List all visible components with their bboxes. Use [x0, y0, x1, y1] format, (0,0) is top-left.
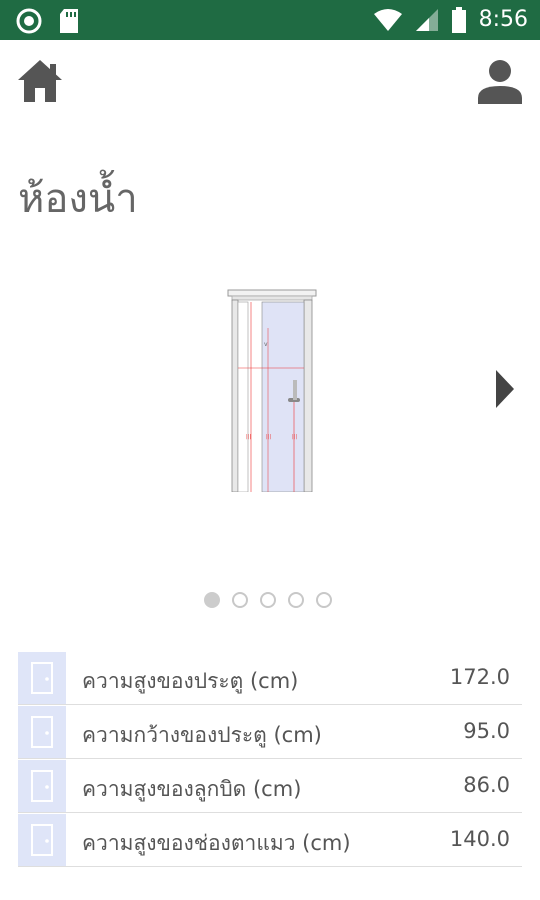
measurement-value: 172.0: [449, 665, 510, 689]
status-left-icons: [16, 8, 80, 34]
measurement-value: 95.0: [463, 719, 510, 743]
person-icon: [478, 60, 522, 104]
door-thumbnail: [18, 706, 66, 758]
page-title: ห้องน้ำ: [18, 175, 138, 222]
battery-icon: [451, 7, 466, 33]
measurement-value: 86.0: [463, 773, 510, 797]
pagination-dot-4[interactable]: [288, 592, 304, 608]
measurement-label: ความสูงของช่องตาแมว (cm): [82, 831, 351, 855]
cellular-signal-icon: [415, 9, 438, 31]
measurement-label: ความกว้างของประตู (cm): [82, 723, 322, 747]
svg-text:|||: |||: [246, 434, 251, 440]
app-bar: [0, 52, 540, 108]
next-image-button[interactable]: [488, 366, 520, 412]
carousel-pagination: [204, 592, 332, 608]
status-bar: 8:56: [0, 0, 540, 40]
home-icon: [18, 60, 62, 102]
measurement-row-peephole-height[interactable]: ความสูงของช่องตาแมว (cm) 140.0: [18, 814, 522, 867]
door-thumbnail: [18, 760, 66, 812]
pagination-dot-3[interactable]: [260, 592, 276, 608]
door-icon: [31, 770, 53, 802]
measurement-row-knob-height[interactable]: ความสูงของลูกบิด (cm) 86.0: [18, 760, 522, 813]
svg-text:v: v: [264, 341, 268, 348]
measurement-label: ความสูงของประตู (cm): [82, 669, 299, 693]
measurement-value: 140.0: [449, 827, 510, 851]
pagination-dot-5[interactable]: [316, 592, 332, 608]
wifi-icon: [373, 9, 402, 31]
sd-card-icon: [60, 9, 78, 33]
circle-notification-icon: [16, 8, 42, 34]
status-time: 8:56: [478, 7, 528, 32]
door-icon: [31, 824, 53, 856]
profile-button[interactable]: [474, 56, 526, 108]
door-drawing-image: v ||| ||| |||: [226, 288, 318, 492]
measurement-label: ความสูงของลูกบิด (cm): [82, 777, 302, 801]
chevron-right-icon: [496, 370, 514, 408]
door-thumbnail: [18, 652, 66, 704]
pagination-dot-1[interactable]: [204, 592, 220, 608]
svg-text:|||: |||: [292, 434, 297, 440]
home-button[interactable]: [14, 56, 66, 108]
measurement-list: ความสูงของประตู (cm) 172.0 ความกว้างของป…: [18, 652, 522, 868]
status-right-icons: 8:56: [373, 7, 528, 33]
pagination-dot-2[interactable]: [232, 592, 248, 608]
measurement-row-door-height[interactable]: ความสูงของประตู (cm) 172.0: [18, 652, 522, 705]
image-carousel[interactable]: v ||| ||| |||: [0, 270, 540, 510]
door-thumbnail: [18, 814, 66, 866]
door-icon: [31, 662, 53, 694]
measurement-row-door-width[interactable]: ความกว้างของประตู (cm) 95.0: [18, 706, 522, 759]
svg-text:|||: |||: [266, 434, 271, 440]
door-icon: [31, 716, 53, 748]
